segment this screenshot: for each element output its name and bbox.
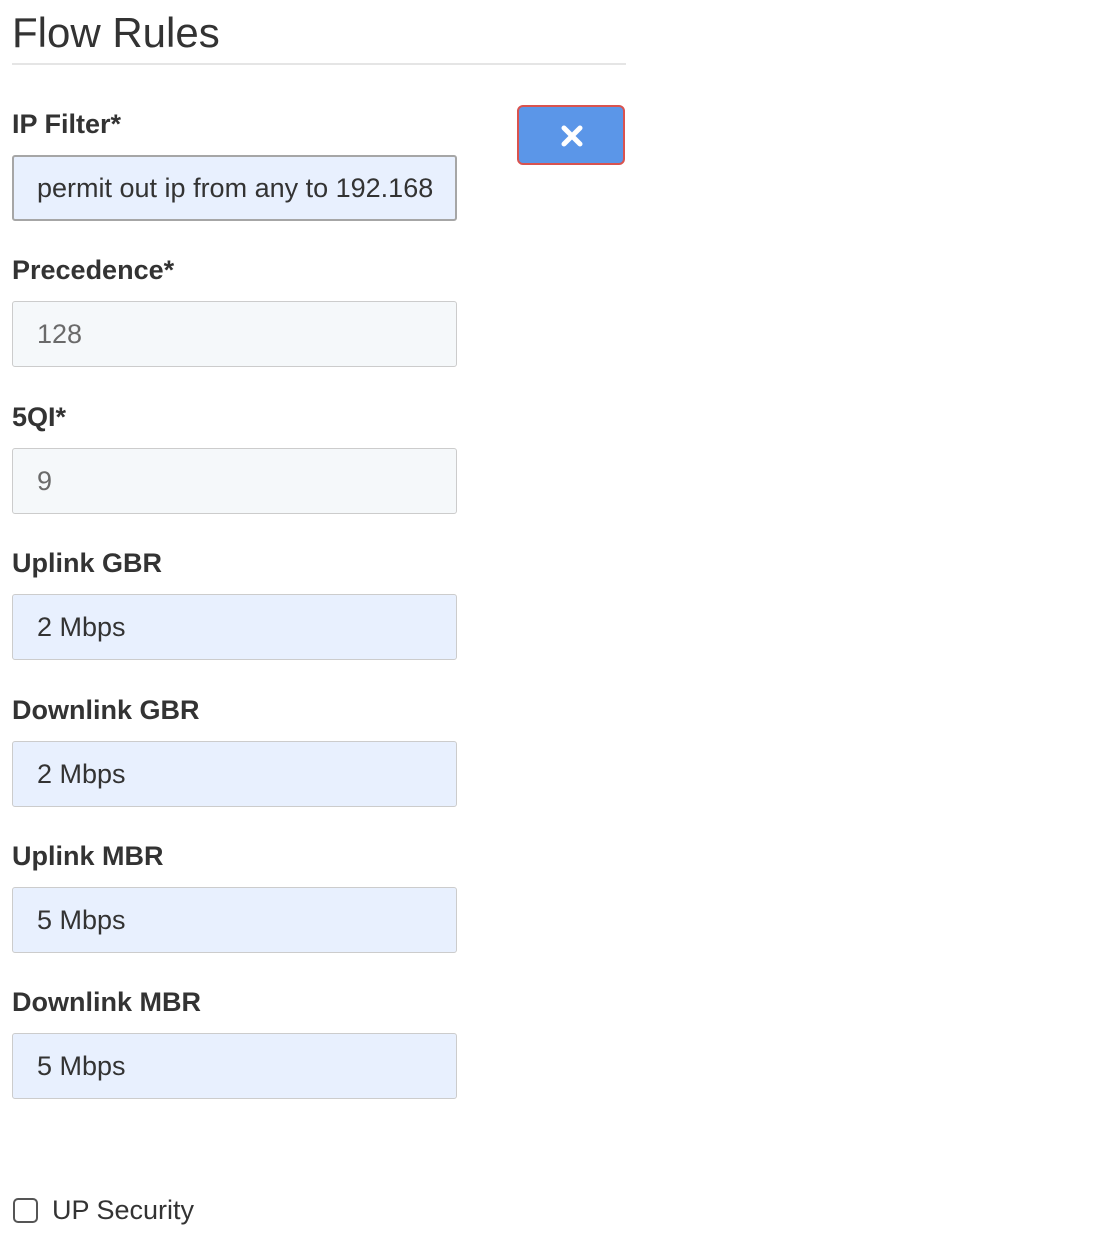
precedence-label: Precedence*: [12, 255, 175, 285]
downlink-gbr-input[interactable]: 2 Mbps: [12, 741, 457, 807]
downlink-gbr-label: Downlink GBR: [12, 695, 200, 725]
precedence-input[interactable]: 128: [12, 301, 457, 367]
ip-filter-label: IP Filter*: [12, 109, 122, 139]
up-security-label[interactable]: UP Security: [52, 1194, 194, 1226]
close-icon: [561, 125, 583, 147]
section-title: Flow Rules: [12, 9, 220, 56]
5qi-input[interactable]: 9: [12, 448, 457, 514]
uplink-mbr-label: Uplink MBR: [12, 841, 164, 871]
5qi-label: 5QI*: [12, 402, 67, 432]
uplink-gbr-label: Uplink GBR: [12, 548, 163, 578]
downlink-mbr-input[interactable]: 5 Mbps: [12, 1033, 457, 1099]
uplink-mbr-input[interactable]: 5 Mbps: [12, 887, 457, 953]
uplink-gbr-input[interactable]: 2 Mbps: [12, 594, 457, 660]
title-divider: [12, 63, 626, 65]
downlink-mbr-label: Downlink MBR: [12, 987, 201, 1017]
up-security-checkbox[interactable]: [13, 1198, 38, 1223]
remove-flow-rule-button[interactable]: [517, 105, 625, 165]
ip-filter-input[interactable]: permit out ip from any to 192.168: [12, 155, 457, 221]
